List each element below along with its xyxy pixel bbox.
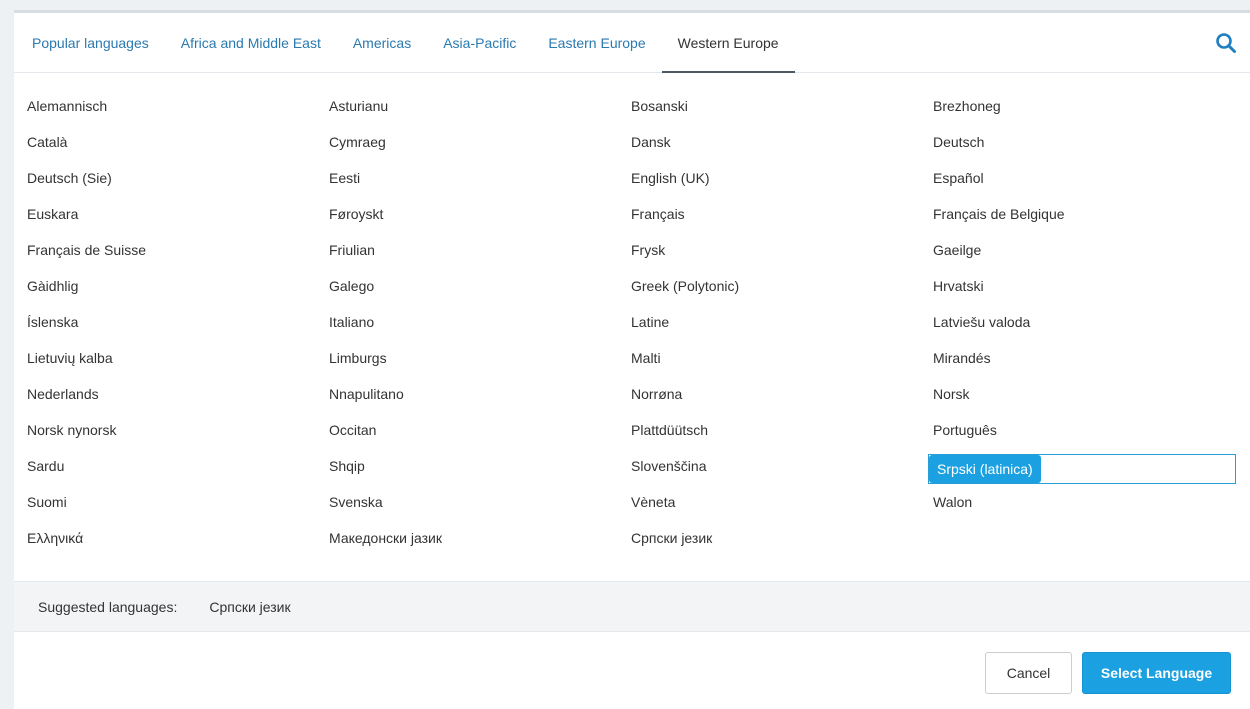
- language-item[interactable]: Français: [618, 196, 920, 232]
- suggested-languages-bar: Suggested languages: Српски језик: [14, 581, 1250, 632]
- language-item[interactable]: Deutsch: [920, 124, 1222, 160]
- region-tabs: Popular languages Africa and Middle East A…: [14, 13, 1250, 73]
- language-item[interactable]: Nnapulitano: [316, 376, 618, 412]
- language-item[interactable]: Norrøna: [618, 376, 920, 412]
- language-item[interactable]: Mirandés: [920, 340, 1222, 376]
- language-label: Srpski (latinica): [929, 455, 1041, 483]
- language-item[interactable]: Српски језик: [618, 520, 920, 556]
- language-item[interactable]: Shqip: [316, 448, 618, 484]
- language-item[interactable]: Greek (Polytonic): [618, 268, 920, 304]
- language-item[interactable]: Asturianu: [316, 88, 618, 124]
- language-item[interactable]: Français de Suisse: [14, 232, 316, 268]
- language-item[interactable]: Sardu: [14, 448, 316, 484]
- language-item[interactable]: Dansk: [618, 124, 920, 160]
- language-item[interactable]: Plattdüütsch: [618, 412, 920, 448]
- tab-asia-pacific[interactable]: Asia-Pacific: [427, 13, 532, 72]
- language-item[interactable]: Cymraeg: [316, 124, 618, 160]
- suggested-language-item[interactable]: Српски језик: [209, 599, 290, 615]
- language-item[interactable]: Hrvatski: [920, 268, 1222, 304]
- language-item[interactable]: Deutsch (Sie): [14, 160, 316, 196]
- language-column: Asturianu Cymraeg Eesti Føroyskt Friulian Gal…: [316, 88, 618, 556]
- language-item[interactable]: Català: [14, 124, 316, 160]
- language-column: Brezhoneg Deutsch Español Français de Belgi…: [920, 88, 1236, 520]
- background-strip-left: [0, 0, 14, 709]
- language-item-selected[interactable]: Srpski (latinica): [920, 448, 1236, 484]
- language-item[interactable]: Bosanski: [618, 88, 920, 124]
- language-item[interactable]: Français de Belgique: [920, 196, 1222, 232]
- language-item[interactable]: Friulian: [316, 232, 618, 268]
- language-item[interactable]: Ελληνικά: [14, 520, 316, 556]
- search-button[interactable]: [1214, 31, 1238, 55]
- language-item[interactable]: Alemannisch: [14, 88, 316, 124]
- language-item[interactable]: Brezhoneg: [920, 88, 1222, 124]
- language-item[interactable]: Gaeilge: [920, 232, 1222, 268]
- language-dialog: Popular languages Africa and Middle East A…: [14, 10, 1250, 709]
- background-strip-top: [0, 0, 1250, 10]
- cancel-button[interactable]: Cancel: [985, 652, 1072, 694]
- suggested-languages-label: Suggested languages:: [38, 598, 178, 615]
- language-item[interactable]: Slovenščina: [618, 448, 920, 484]
- tab-popular-languages[interactable]: Popular languages: [16, 13, 165, 72]
- language-item[interactable]: Lietuvių kalba: [14, 340, 316, 376]
- tab-western-europe[interactable]: Western Europe: [661, 13, 795, 73]
- language-item[interactable]: Føroyskt: [316, 196, 618, 232]
- language-item[interactable]: Norsk: [920, 376, 1222, 412]
- select-language-button[interactable]: Select Language: [1082, 652, 1231, 694]
- language-item[interactable]: Galego: [316, 268, 618, 304]
- language-item[interactable]: Vèneta: [618, 484, 920, 520]
- language-item[interactable]: Svenska: [316, 484, 618, 520]
- tab-eastern-europe[interactable]: Eastern Europe: [532, 13, 661, 72]
- language-item[interactable]: Nederlands: [14, 376, 316, 412]
- language-item[interactable]: Limburgs: [316, 340, 618, 376]
- tab-africa-and-middle-east[interactable]: Africa and Middle East: [165, 13, 337, 72]
- language-item[interactable]: Frysk: [618, 232, 920, 268]
- language-item[interactable]: Македонски јазик: [316, 520, 618, 556]
- language-item[interactable]: Malti: [618, 340, 920, 376]
- language-item[interactable]: Latine: [618, 304, 920, 340]
- search-icon: [1216, 33, 1236, 53]
- tab-americas[interactable]: Americas: [337, 13, 427, 72]
- language-item[interactable]: Íslenska: [14, 304, 316, 340]
- language-item[interactable]: Suomi: [14, 484, 316, 520]
- language-column: Alemannisch Català Deutsch (Sie) Euskara Fra…: [14, 88, 316, 556]
- language-item[interactable]: Italiano: [316, 304, 618, 340]
- language-item[interactable]: Português: [920, 412, 1222, 448]
- language-item[interactable]: Norsk nynorsk: [14, 412, 316, 448]
- language-item[interactable]: Gàidhlig: [14, 268, 316, 304]
- language-item[interactable]: Euskara: [14, 196, 316, 232]
- language-item[interactable]: Walon: [920, 484, 1222, 520]
- language-column: Bosanski Dansk English (UK) Français Frysk Gr…: [618, 88, 920, 556]
- dialog-footer: Cancel Select Language: [14, 633, 1250, 709]
- language-item[interactable]: Español: [920, 160, 1222, 196]
- language-item[interactable]: Occitan: [316, 412, 618, 448]
- language-item[interactable]: Eesti: [316, 160, 618, 196]
- language-item[interactable]: Latviešu valoda: [920, 304, 1222, 340]
- language-item[interactable]: English (UK): [618, 160, 920, 196]
- language-grid: Alemannisch Català Deutsch (Sie) Euskara Fra…: [14, 73, 1250, 581]
